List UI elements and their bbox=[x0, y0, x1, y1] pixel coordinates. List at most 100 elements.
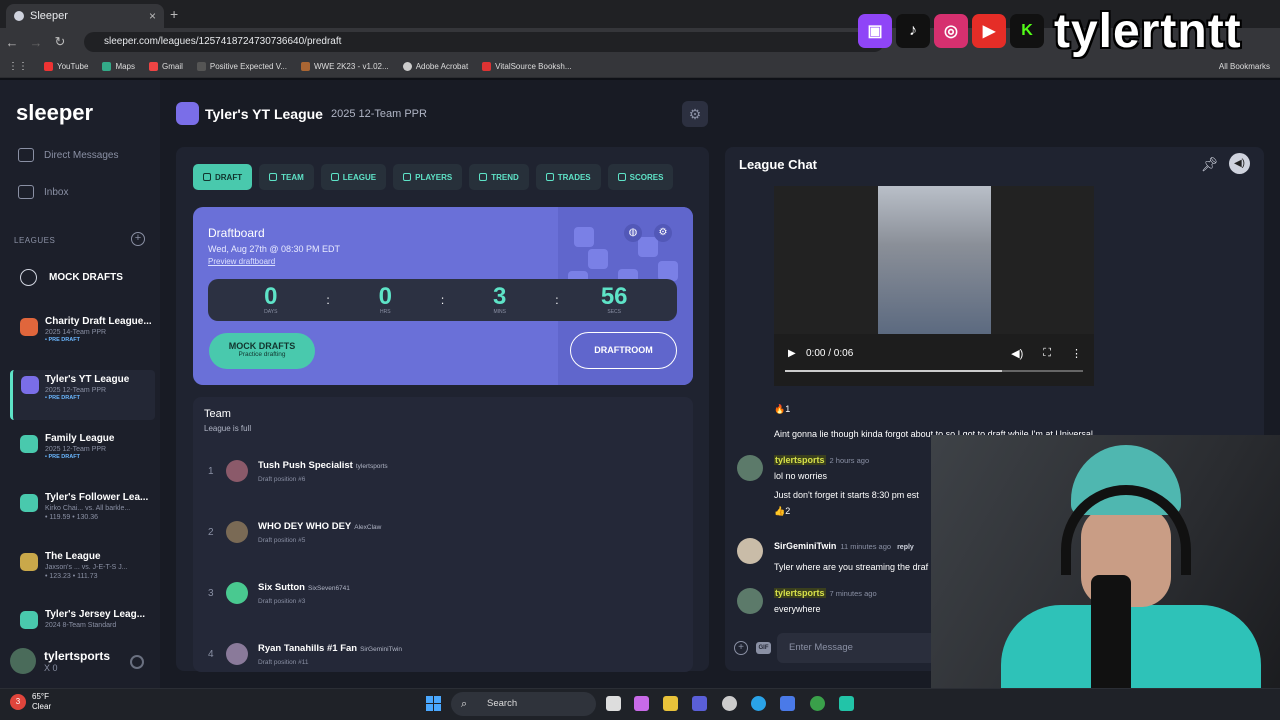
sidebar-item-mock-drafts[interactable]: MOCK DRAFTS bbox=[20, 269, 123, 286]
current-user[interactable]: tylertsports X 0 bbox=[10, 648, 110, 674]
sleeper-logo[interactable]: sleeper bbox=[16, 100, 93, 126]
draftroom-button[interactable]: DRAFTROOM bbox=[570, 332, 677, 369]
video-progress-bar[interactable] bbox=[785, 370, 1083, 372]
file-explorer-icon[interactable] bbox=[663, 696, 678, 711]
avatar bbox=[737, 538, 763, 564]
edge-icon[interactable] bbox=[751, 696, 766, 711]
apps-icon[interactable]: ⋮⋮ bbox=[8, 61, 28, 72]
table-row[interactable]: 1 Tush Push Specialist tylertsports Draft… bbox=[208, 460, 388, 483]
user-settings-gear-icon[interactable] bbox=[130, 655, 144, 669]
all-bookmarks[interactable]: All Bookmarks bbox=[1219, 62, 1270, 71]
bookmark-youtube[interactable]: YouTube bbox=[44, 62, 88, 71]
chrome-icon[interactable] bbox=[810, 696, 825, 711]
tab-players[interactable]: PLAYERS bbox=[393, 164, 463, 190]
new-tab-button[interactable]: + bbox=[170, 6, 178, 22]
tab-team[interactable]: TEAM bbox=[259, 164, 314, 190]
league-icon bbox=[330, 173, 339, 181]
trades-icon bbox=[545, 173, 554, 181]
globe-icon[interactable]: ◍ bbox=[624, 224, 642, 242]
leagues-header: LEAGUES bbox=[14, 236, 56, 245]
bookmark-maps[interactable]: Maps bbox=[102, 62, 135, 71]
tab-draft[interactable]: DRAFT bbox=[193, 164, 253, 190]
sidebar-item-inbox[interactable]: Inbox bbox=[18, 185, 68, 199]
sidebar-item-direct-messages[interactable]: Direct Messages bbox=[18, 148, 118, 162]
teams-icon[interactable] bbox=[692, 696, 707, 711]
chat-message-text: Just don't forget it starts 8:30 pm est bbox=[774, 490, 919, 500]
volume-icon[interactable]: ◀) bbox=[1011, 347, 1023, 360]
tab-league[interactable]: LEAGUE bbox=[320, 164, 387, 190]
chat-username[interactable]: tylertsports bbox=[774, 455, 826, 465]
copilot-icon[interactable] bbox=[634, 696, 649, 711]
league-avatar bbox=[20, 553, 38, 571]
browser-tab[interactable]: Sleeper × bbox=[6, 4, 164, 28]
app-icon[interactable] bbox=[780, 696, 795, 711]
table-row[interactable]: 4 Ryan Tanahills #1 Fan SirGeminiTwin Dra… bbox=[208, 643, 402, 666]
taskbar-search[interactable]: ⌕ Search bbox=[451, 692, 596, 716]
team-section-subtitle: League is full bbox=[204, 424, 252, 433]
draft-countdown: 0 DAYS : 0 HRS : 3 MINS : 56 SECS bbox=[208, 279, 677, 321]
bookmark-gmail[interactable]: Gmail bbox=[149, 62, 183, 71]
url-field[interactable]: sleeper.com/leagues/1257418724730736640/… bbox=[84, 32, 884, 52]
app-icon[interactable] bbox=[839, 696, 854, 711]
forward-icon[interactable]: → bbox=[24, 35, 48, 50]
team-section-title: Team bbox=[204, 408, 231, 420]
draft-date: Wed, Aug 27th @ 08:30 PM EDT bbox=[208, 244, 341, 254]
chat-message-input[interactable]: Enter Message bbox=[777, 633, 937, 663]
app-icon[interactable] bbox=[722, 696, 737, 711]
weather-widget[interactable]: 3 65°F Clear bbox=[10, 692, 51, 712]
add-attachment-icon[interactable]: + bbox=[734, 641, 748, 655]
avatar bbox=[226, 460, 248, 482]
reply-button[interactable]: reply bbox=[897, 544, 914, 551]
chat-username[interactable]: SirGeminiTwin bbox=[774, 541, 836, 551]
task-view-icon[interactable] bbox=[606, 696, 621, 711]
avatar bbox=[226, 643, 248, 665]
play-icon[interactable]: ▶ bbox=[788, 348, 796, 359]
sidebar-league-tylers-yt[interactable]: Tyler's YT League 2025 12-Team PPR • PRE… bbox=[10, 370, 155, 420]
add-league-icon[interactable]: + bbox=[131, 232, 145, 246]
scores-icon bbox=[617, 173, 626, 181]
tab-title: Sleeper bbox=[30, 10, 68, 22]
bookmark-adobe[interactable]: Adobe Acrobat bbox=[402, 62, 468, 71]
gear-icon[interactable]: ⚙ bbox=[654, 224, 672, 242]
gif-button[interactable]: GIF bbox=[756, 642, 771, 654]
sidebar-league-the-league[interactable]: The League Jaxson's ... vs. J-E-T-S J...… bbox=[0, 547, 158, 597]
tab-scores[interactable]: SCORES bbox=[607, 164, 674, 190]
tiktok-icon: ♪ bbox=[896, 14, 930, 48]
league-header: Tyler's YT League 2025 12-Team PPR bbox=[176, 102, 427, 125]
table-row[interactable]: 3 Six Sutton SixSeven6741 Draft position … bbox=[208, 582, 350, 605]
avatar bbox=[737, 455, 763, 481]
pin-icon[interactable]: 📌︎ bbox=[1201, 156, 1219, 173]
draftboard-actions: ◍ ⚙ bbox=[624, 224, 672, 242]
bookmark-positive-ev[interactable]: Positive Expected V... bbox=[196, 62, 287, 71]
team-icon bbox=[269, 173, 278, 181]
sidebar-league-follower[interactable]: Tyler's Follower Lea... Kirko Chai... vs… bbox=[0, 488, 158, 538]
chat-username[interactable]: tylertsports bbox=[774, 588, 826, 598]
league-tabs: DRAFT TEAM LEAGUE PLAYERS TREND TRADES S… bbox=[193, 164, 674, 190]
more-icon[interactable]: ⋮ bbox=[1071, 347, 1082, 360]
bookmark-vitalsource[interactable]: VitalSource Booksh... bbox=[482, 62, 572, 71]
globe-icon bbox=[20, 269, 37, 286]
table-row[interactable]: 2 WHO DEY WHO DEY AlexClaw Draft position… bbox=[208, 521, 381, 544]
chat-video[interactable]: ▶ 0:00 / 0:06 ◀) ⛶ ⋮ bbox=[774, 186, 1094, 386]
tab-close-icon[interactable]: × bbox=[149, 9, 156, 23]
chat-icon bbox=[18, 148, 34, 162]
bookmark-wwe[interactable]: WWE 2K23 - v1.02... bbox=[300, 62, 389, 71]
social-overlay: ▣ ♪ ◎ ▶ K bbox=[858, 14, 1044, 48]
back-icon[interactable]: ← bbox=[0, 35, 24, 50]
tab-trades[interactable]: TRADES bbox=[535, 164, 601, 190]
preview-draftboard-link[interactable]: Preview draftboard bbox=[208, 257, 275, 266]
sidebar-league-charity[interactable]: Charity Draft League... 2025 14-Team PPR… bbox=[0, 312, 158, 362]
tab-trend[interactable]: TREND bbox=[469, 164, 529, 190]
league-settings-gear-icon[interactable]: ⚙ bbox=[682, 101, 708, 127]
windows-start-icon[interactable] bbox=[426, 696, 441, 711]
reaction-fire[interactable]: 🔥1 bbox=[774, 404, 790, 415]
sound-icon[interactable]: ◀) bbox=[1229, 153, 1250, 174]
sidebar-league-family[interactable]: Family League 2025 12-Team PPR • PRE DRA… bbox=[0, 429, 158, 479]
reaction-thumbs-up[interactable]: 👍2 bbox=[774, 506, 790, 517]
youtube-icon: ▶ bbox=[972, 14, 1006, 48]
mock-drafts-button[interactable]: MOCK DRAFTS Practice drafting bbox=[209, 333, 315, 369]
chat-message-text: everywhere bbox=[774, 604, 821, 614]
avatar bbox=[737, 588, 763, 614]
reload-icon[interactable]: ↻ bbox=[48, 34, 72, 50]
fullscreen-icon[interactable]: ⛶ bbox=[1043, 347, 1051, 360]
